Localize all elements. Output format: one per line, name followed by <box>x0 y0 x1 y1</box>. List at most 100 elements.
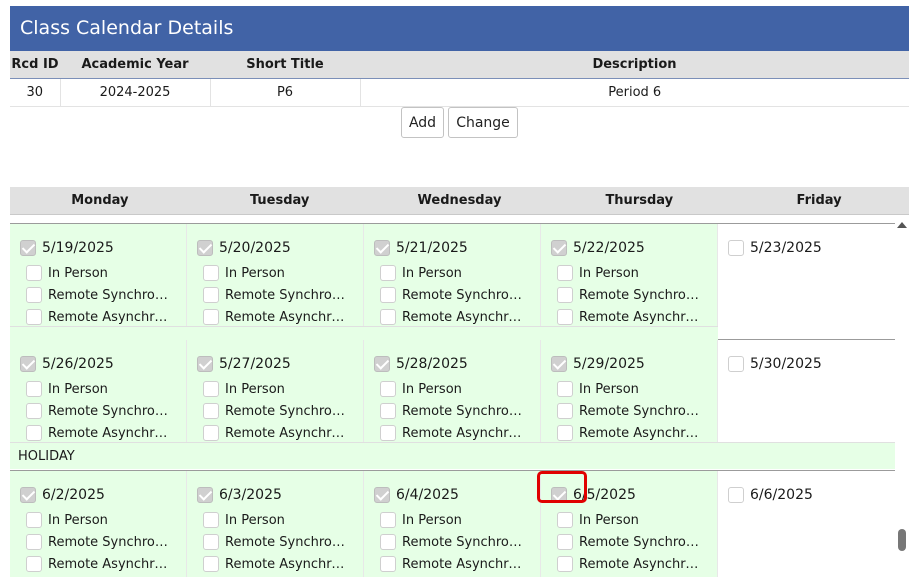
attendance-option-checkbox[interactable] <box>26 556 42 572</box>
attendance-option: In Person <box>203 512 285 528</box>
calendar-day-cell: 6/3/2025 In Person Remote Synchronous Remot… <box>187 471 364 577</box>
attendance-option-checkbox[interactable] <box>26 403 42 419</box>
attendance-option: In Person <box>557 265 639 281</box>
day-date-label: 5/23/2025 <box>750 240 822 256</box>
calendar-week: 5/26/2025 In Person Remote Synchronous Remo… <box>10 339 895 446</box>
cell-description: Period 6 <box>360 78 909 107</box>
attendance-option-label: Remote Asynchron... <box>402 309 527 325</box>
attendance-option-checkbox[interactable] <box>557 265 573 281</box>
attendance-option-checkbox[interactable] <box>380 265 396 281</box>
attendance-option: Remote Asynchron... <box>557 309 704 325</box>
cell-rcd-id: 30 <box>10 78 61 107</box>
add-button[interactable]: Add <box>401 107 444 138</box>
day-active-checkbox[interactable] <box>197 356 213 372</box>
day-active-checkbox[interactable] <box>551 356 567 372</box>
attendance-option-label: Remote Synchronous <box>48 287 173 303</box>
attendance-option-checkbox[interactable] <box>203 556 219 572</box>
day-date-row: 5/23/2025 <box>728 240 822 256</box>
attendance-option-checkbox[interactable] <box>203 309 219 325</box>
attendance-option-checkbox[interactable] <box>380 381 396 397</box>
attendance-option-checkbox[interactable] <box>557 425 573 441</box>
attendance-option-checkbox[interactable] <box>380 512 396 528</box>
attendance-option-checkbox[interactable] <box>203 512 219 528</box>
scroll-up-arrow-icon[interactable] <box>897 222 907 228</box>
day-date-label: 6/4/2025 <box>396 487 459 503</box>
attendance-option: Remote Synchronous <box>557 287 704 303</box>
day-active-checkbox[interactable] <box>728 240 744 256</box>
attendance-option-label: Remote Synchronous <box>579 287 704 303</box>
holiday-cell <box>187 443 364 469</box>
calendar-day-cell: 5/27/2025 In Person Remote Synchronous Remo… <box>187 340 364 446</box>
calendar-day-cell: 5/22/2025 In Person Remote Synchronous Remo… <box>541 224 718 330</box>
attendance-option-checkbox[interactable] <box>380 287 396 303</box>
attendance-option-checkbox[interactable] <box>380 556 396 572</box>
attendance-option-checkbox[interactable] <box>203 534 219 550</box>
day-date-label: 5/19/2025 <box>42 240 114 256</box>
attendance-option-label: Remote Synchronous <box>579 403 704 419</box>
attendance-option-checkbox[interactable] <box>26 512 42 528</box>
attendance-option: Remote Asynchron... <box>26 556 173 572</box>
day-date-row: 5/27/2025 <box>197 356 291 372</box>
day-active-checkbox[interactable] <box>374 487 390 503</box>
day-date-row: 6/3/2025 <box>197 487 282 503</box>
attendance-option-checkbox[interactable] <box>557 403 573 419</box>
day-active-checkbox[interactable] <box>728 356 744 372</box>
day-active-checkbox[interactable] <box>20 240 36 256</box>
vertical-scrollbar[interactable] <box>895 216 909 581</box>
day-active-checkbox[interactable] <box>197 240 213 256</box>
calendar-day-cell: 5/19/2025 In Person Remote Synchronous Remo… <box>10 224 187 330</box>
day-date-label: 5/28/2025 <box>396 356 468 372</box>
day-date-row: 5/28/2025 <box>374 356 468 372</box>
attendance-option: Remote Asynchron... <box>203 425 350 441</box>
attendance-option-checkbox[interactable] <box>203 425 219 441</box>
col-header-rcd-id: Rcd ID <box>10 51 60 79</box>
day-active-checkbox[interactable] <box>374 240 390 256</box>
attendance-option-checkbox[interactable] <box>557 287 573 303</box>
attendance-option-checkbox[interactable] <box>26 287 42 303</box>
holiday-row: HOLIDAY <box>10 442 895 469</box>
attendance-option-label: In Person <box>225 381 285 397</box>
attendance-option-checkbox[interactable] <box>203 265 219 281</box>
attendance-option-checkbox[interactable] <box>557 381 573 397</box>
attendance-option-checkbox[interactable] <box>203 403 219 419</box>
attendance-option-label: In Person <box>402 381 462 397</box>
day-active-checkbox[interactable] <box>197 487 213 503</box>
attendance-option: Remote Asynchron... <box>380 556 527 572</box>
day-active-checkbox[interactable] <box>551 240 567 256</box>
scroll-thumb[interactable] <box>898 529 906 551</box>
day-date-row: 5/19/2025 <box>20 240 114 256</box>
attendance-option-checkbox[interactable] <box>557 534 573 550</box>
attendance-option-checkbox[interactable] <box>26 265 42 281</box>
day-active-checkbox[interactable] <box>374 356 390 372</box>
attendance-option-checkbox[interactable] <box>203 381 219 397</box>
record-table: Rcd ID Academic Year Short Title Descrip… <box>10 51 909 107</box>
attendance-option-checkbox[interactable] <box>380 309 396 325</box>
attendance-option-checkbox[interactable] <box>26 381 42 397</box>
day-active-checkbox[interactable] <box>20 487 36 503</box>
attendance-option-label: In Person <box>579 512 639 528</box>
attendance-option-checkbox[interactable] <box>557 309 573 325</box>
day-active-checkbox[interactable] <box>728 487 744 503</box>
attendance-option-checkbox[interactable] <box>380 534 396 550</box>
attendance-option-label: Remote Synchronous <box>48 403 173 419</box>
calendar-grid: 5/19/2025 In Person Remote Synchronous Remo… <box>10 216 895 581</box>
holiday-cell <box>364 443 541 469</box>
attendance-option: Remote Synchronous <box>203 403 350 419</box>
attendance-option-checkbox[interactable] <box>26 309 42 325</box>
day-date-label: 6/6/2025 <box>750 487 813 503</box>
attendance-option-label: Remote Synchronous <box>402 287 527 303</box>
change-button[interactable]: Change <box>448 107 518 138</box>
attendance-option-checkbox[interactable] <box>557 512 573 528</box>
attendance-option-checkbox[interactable] <box>26 425 42 441</box>
day-active-checkbox[interactable] <box>20 356 36 372</box>
attendance-option: Remote Synchronous <box>203 287 350 303</box>
attendance-option-checkbox[interactable] <box>380 403 396 419</box>
attendance-option-checkbox[interactable] <box>203 287 219 303</box>
attendance-option-checkbox[interactable] <box>380 425 396 441</box>
attendance-option-checkbox[interactable] <box>26 534 42 550</box>
attendance-option-checkbox[interactable] <box>557 556 573 572</box>
attendance-option: Remote Asynchron... <box>557 556 704 572</box>
table-row[interactable]: 30 2024-2025 P6 Period 6 <box>10 78 909 107</box>
attendance-option-label: Remote Asynchron... <box>579 556 704 572</box>
day-date-row: 5/30/2025 <box>728 356 822 372</box>
